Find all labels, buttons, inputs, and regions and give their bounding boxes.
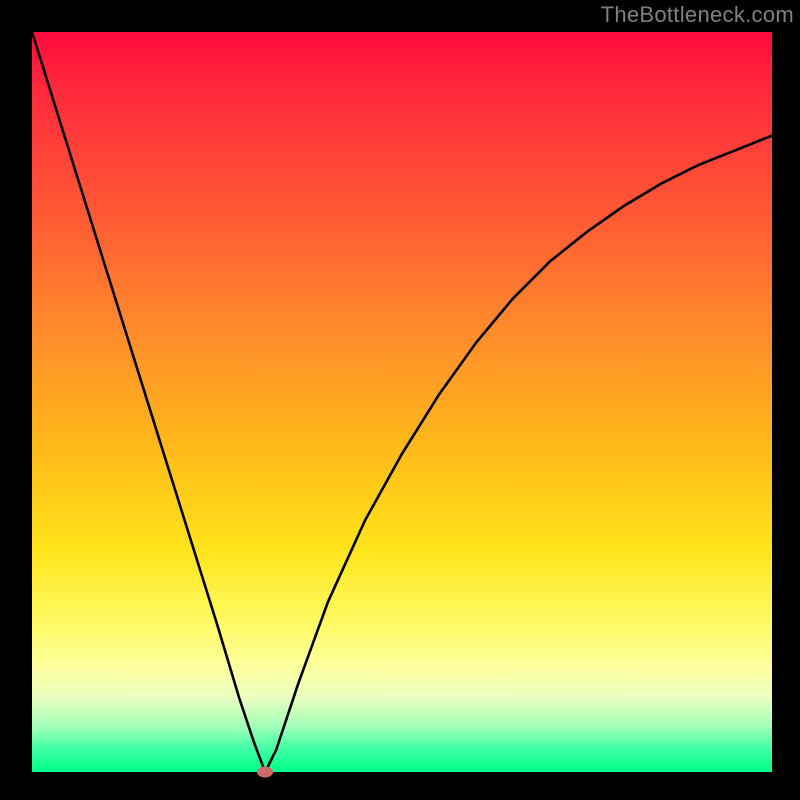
curve-svg <box>32 32 772 772</box>
optimum-marker <box>257 767 273 778</box>
bottleneck-curve <box>32 32 772 772</box>
plot-area <box>32 32 772 772</box>
chart-frame: TheBottleneck.com <box>0 0 800 800</box>
attribution-text: TheBottleneck.com <box>601 2 794 28</box>
